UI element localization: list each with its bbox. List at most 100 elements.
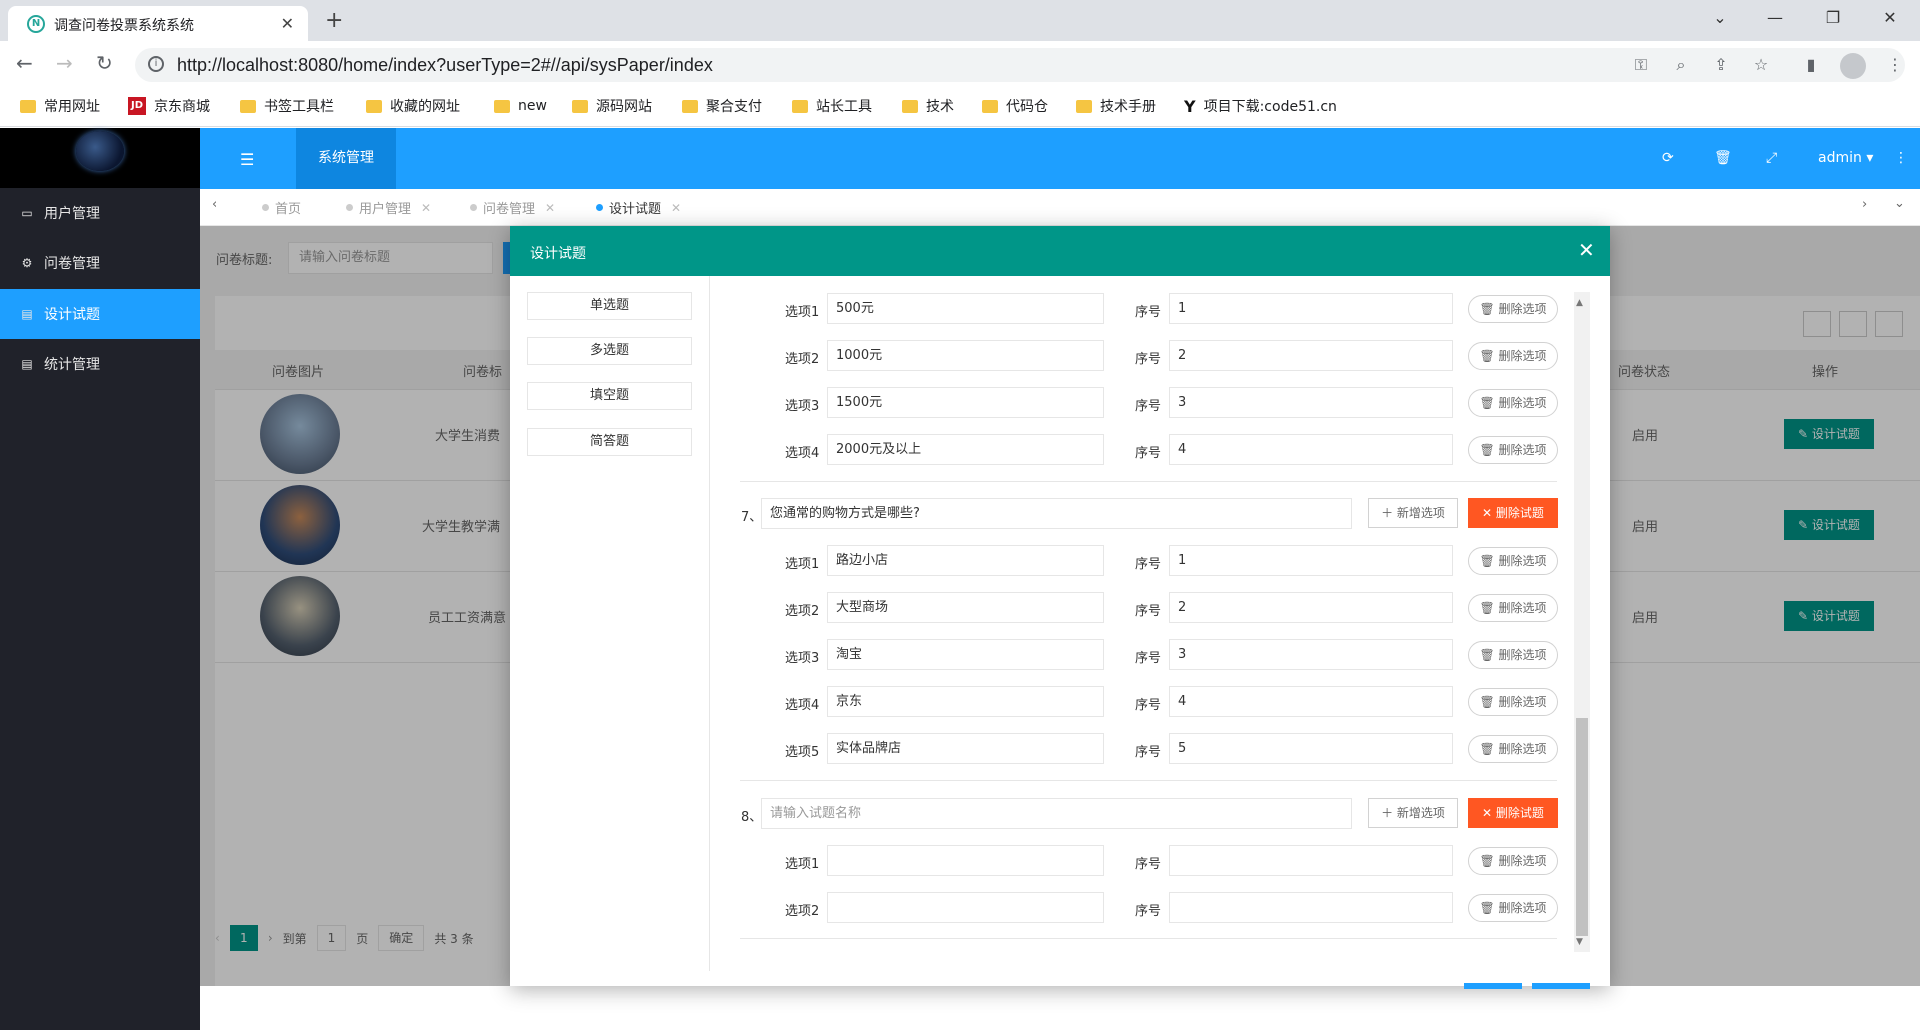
- bookmark-item[interactable]: 常用网址: [20, 96, 100, 116]
- key-icon[interactable]: ⚿: [1630, 55, 1652, 77]
- delete-option-button[interactable]: 🗑 删除选项: [1468, 295, 1558, 323]
- scroll-down-icon[interactable]: ▼: [1576, 937, 1583, 947]
- delete-option-button[interactable]: 🗑 删除选项: [1468, 436, 1558, 464]
- trash-icon[interactable]: 🗑: [1714, 150, 1732, 166]
- zoom-icon[interactable]: ⌕: [1670, 55, 1692, 77]
- option-input[interactable]: 淘宝: [827, 639, 1104, 670]
- tab-close-icon[interactable]: ✕: [421, 201, 431, 215]
- fullscreen-icon[interactable]: ⤢: [1766, 150, 1777, 166]
- option-input[interactable]: 500元: [827, 293, 1104, 324]
- forward-icon[interactable]: →: [56, 51, 73, 75]
- option-input[interactable]: 路边小店: [827, 545, 1104, 576]
- delete-option-button[interactable]: 🗑 删除选项: [1468, 688, 1558, 716]
- tab-search-icon[interactable]: ⌄: [1700, 8, 1740, 27]
- restore-icon[interactable]: ❐: [1813, 8, 1853, 27]
- site-info-icon[interactable]: i: [148, 56, 164, 72]
- browser-menu-icon[interactable]: ⋮: [1884, 55, 1906, 77]
- delete-option-button[interactable]: 🗑 删除选项: [1468, 594, 1558, 622]
- delete-question-button[interactable]: ✕ 删除试题: [1468, 798, 1558, 828]
- option-input[interactable]: [827, 892, 1104, 923]
- option-input[interactable]: [827, 845, 1104, 876]
- back-icon[interactable]: ←: [16, 51, 33, 75]
- sidebar-item-papers[interactable]: ⚙ 问卷管理: [0, 238, 200, 288]
- order-input[interactable]: 5: [1169, 733, 1453, 764]
- delete-option-button[interactable]: 🗑 删除选项: [1468, 342, 1558, 370]
- tab-design[interactable]: 设计试题 ✕: [596, 198, 681, 217]
- window-close-icon[interactable]: ✕: [1870, 8, 1910, 27]
- option-input[interactable]: 2000元及以上: [827, 434, 1104, 465]
- order-input[interactable]: 4: [1169, 434, 1453, 465]
- browser-tab[interactable]: N 调查问卷投票系统系统 ✕: [8, 6, 308, 41]
- tabs-left-icon[interactable]: ‹: [212, 197, 217, 212]
- bookmark-item[interactable]: 书签工具栏: [240, 96, 334, 116]
- add-option-button[interactable]: ＋ 新增选项: [1368, 798, 1458, 828]
- modal-close-icon[interactable]: ✕: [1578, 238, 1595, 262]
- bookmark-item[interactable]: 技术手册: [1076, 96, 1156, 116]
- refresh-icon[interactable]: ⟳: [1662, 150, 1674, 166]
- tabs-dropdown-icon[interactable]: ⌄: [1894, 196, 1905, 211]
- order-input[interactable]: 1: [1169, 545, 1453, 576]
- delete-option-button[interactable]: 🗑 删除选项: [1468, 641, 1558, 669]
- system-menu-tab[interactable]: 系统管理: [296, 128, 396, 189]
- delete-option-button[interactable]: 🗑 删除选项: [1468, 894, 1558, 922]
- question-type-fill[interactable]: 填空题: [527, 382, 692, 410]
- minimize-icon[interactable]: —: [1755, 8, 1795, 27]
- order-input[interactable]: [1169, 845, 1453, 876]
- tab-close-icon[interactable]: ✕: [671, 201, 681, 215]
- delete-option-button[interactable]: 🗑 删除选项: [1468, 389, 1558, 417]
- question-title-input[interactable]: 请输入试题名称: [761, 798, 1352, 829]
- bookmark-item[interactable]: 源码网站: [572, 96, 652, 116]
- order-input[interactable]: [1169, 892, 1453, 923]
- order-input[interactable]: 3: [1169, 639, 1453, 670]
- question-type-multiple[interactable]: 多选题: [527, 337, 692, 365]
- order-input[interactable]: 3: [1169, 387, 1453, 418]
- delete-option-button[interactable]: 🗑 删除选项: [1468, 547, 1558, 575]
- profile-avatar-icon[interactable]: [1840, 53, 1866, 79]
- modal-scrollbar-thumb[interactable]: [1576, 718, 1588, 936]
- new-tab-icon[interactable]: +: [325, 8, 343, 33]
- reload-icon[interactable]: ↻: [96, 51, 113, 75]
- bookmark-item[interactable]: 聚合支付: [682, 96, 762, 116]
- question-type-essay[interactable]: 简答题: [527, 428, 692, 456]
- delete-question-button[interactable]: ✕ 删除试题: [1468, 498, 1558, 528]
- order-input[interactable]: 2: [1169, 340, 1453, 371]
- user-menu[interactable]: admin ▾: [1818, 150, 1873, 166]
- option-input[interactable]: 实体品牌店: [827, 733, 1104, 764]
- option-input[interactable]: 大型商场: [827, 592, 1104, 623]
- question-title-input[interactable]: 您通常的购物方式是哪些?: [761, 498, 1352, 529]
- tab-users[interactable]: 用户管理 ✕: [346, 198, 431, 217]
- bookmark-item[interactable]: 技术: [902, 96, 954, 116]
- order-input[interactable]: 4: [1169, 686, 1453, 717]
- sidebar-item-users[interactable]: ▭ 用户管理: [0, 188, 200, 238]
- close-tab-icon[interactable]: ✕: [281, 14, 294, 33]
- menu-toggle-icon[interactable]: ☰: [240, 150, 254, 169]
- share-icon[interactable]: ⇪: [1710, 55, 1732, 77]
- bookmark-item[interactable]: 代码仓: [982, 96, 1048, 116]
- add-option-button[interactable]: ＋ 新增选项: [1368, 498, 1458, 528]
- order-input[interactable]: 1: [1169, 293, 1453, 324]
- tabs-right-icon[interactable]: ›: [1862, 197, 1867, 212]
- option-input[interactable]: 1500元: [827, 387, 1104, 418]
- bookmark-item[interactable]: 站长工具: [792, 96, 872, 116]
- delete-option-button[interactable]: 🗑 删除选项: [1468, 847, 1558, 875]
- bookmark-star-icon[interactable]: ☆: [1750, 55, 1772, 77]
- url-text[interactable]: http://localhost:8080/home/index?userTyp…: [177, 55, 713, 76]
- bookmark-item[interactable]: 收藏的网址: [366, 96, 460, 116]
- scroll-up-icon[interactable]: ▲: [1576, 298, 1583, 308]
- sidebar-item-design[interactable]: ▤ 设计试题: [0, 289, 200, 339]
- sidebar-item-stats[interactable]: ▤ 统计管理: [0, 339, 200, 389]
- bookmark-item[interactable]: JD 京东商城: [128, 96, 210, 116]
- more-icon[interactable]: ⋮: [1894, 150, 1908, 166]
- tab-home[interactable]: 首页: [262, 198, 301, 217]
- order-input[interactable]: 2: [1169, 592, 1453, 623]
- sidepanel-icon[interactable]: ▮: [1800, 55, 1822, 77]
- modal-cancel-button[interactable]: [1532, 983, 1590, 989]
- option-input[interactable]: 1000元: [827, 340, 1104, 371]
- bookmark-item[interactable]: new: [494, 96, 547, 116]
- option-input[interactable]: 京东: [827, 686, 1104, 717]
- tab-papers[interactable]: 问卷管理 ✕: [470, 198, 555, 217]
- modal-submit-button[interactable]: [1464, 983, 1522, 989]
- tab-close-icon[interactable]: ✕: [545, 201, 555, 215]
- delete-option-button[interactable]: 🗑 删除选项: [1468, 735, 1558, 763]
- bookmark-item[interactable]: Y 项目下载:code51.cn: [1184, 96, 1337, 116]
